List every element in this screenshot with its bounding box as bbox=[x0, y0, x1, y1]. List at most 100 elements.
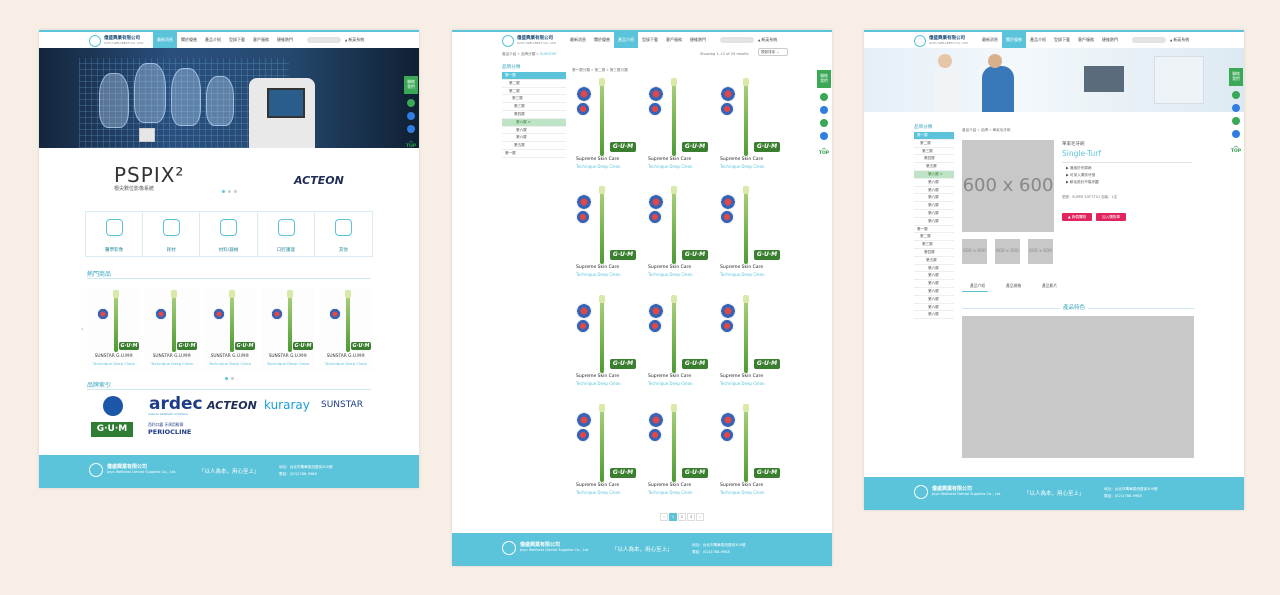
contact-us-button[interactable]: 聯絡 我們 bbox=[1229, 68, 1243, 86]
line-icon[interactable] bbox=[407, 99, 415, 107]
category-imaging[interactable]: 醫學影像 bbox=[86, 212, 144, 256]
nav-products[interactable]: 產品介紹 bbox=[614, 32, 638, 48]
tree-item[interactable]: 第六層 bbox=[914, 194, 954, 203]
search-input[interactable] bbox=[1132, 37, 1166, 43]
page-3[interactable]: 3 bbox=[687, 513, 695, 521]
tree-item[interactable]: 第五層 bbox=[914, 163, 954, 171]
tree-item[interactable]: 第五層 bbox=[914, 257, 954, 265]
tree-item[interactable]: 第一層 bbox=[914, 132, 954, 140]
tree-item[interactable]: 第六層 bbox=[914, 296, 954, 304]
tree-item[interactable]: 第六層 bbox=[502, 134, 566, 143]
product-card[interactable]: G·U·M SUNSTAR G.U.M® Technique Deep Clea… bbox=[203, 288, 257, 372]
search-input[interactable] bbox=[720, 37, 754, 43]
company-logo[interactable]: 億盛興業有限公司 GOYU WELLBEST CO., LTD. bbox=[502, 35, 562, 47]
nav-catalog[interactable]: 型錄下載 bbox=[225, 32, 249, 48]
back-to-top-button[interactable]: ︿ TOP bbox=[817, 146, 831, 156]
company-logo[interactable]: 億盛興業有限公司 GOYU WELLBEST CO., LTD. bbox=[89, 35, 149, 47]
product-card[interactable]: G·U·M Supreme Skin Care Technique Deep Cle… bbox=[716, 76, 782, 180]
tree-item[interactable]: 第六層 bbox=[914, 288, 954, 296]
page-2[interactable]: 2 bbox=[678, 513, 686, 521]
tree-item[interactable]: 第六層 bbox=[914, 272, 954, 281]
product-card[interactable]: G·U·M SUNSTAR G.U.M® Technique Deep Clea… bbox=[87, 288, 141, 372]
product-card[interactable]: G·U·M Supreme Skin Care Technique Deep Cle… bbox=[644, 402, 710, 506]
tab-intro[interactable]: 產品介紹 bbox=[970, 283, 985, 289]
brand-ardec[interactable]: ardec bbox=[149, 394, 203, 414]
tree-item[interactable]: 第三層 bbox=[502, 95, 566, 104]
subcrumb-3[interactable]: 第三層分類 bbox=[610, 68, 628, 72]
contact-us-button[interactable]: 聯絡 我們 bbox=[817, 70, 831, 88]
nav-about[interactable]: 關於優普 bbox=[590, 32, 614, 48]
thumbnail-image[interactable]: 600 x 600 bbox=[995, 239, 1020, 264]
product-card[interactable]: G·U·M Supreme Skin Care Technique Deep Cle… bbox=[644, 76, 710, 180]
back-to-top-button[interactable]: ︿ TOP bbox=[1229, 144, 1243, 154]
crumb-products[interactable]: 產品介紹 bbox=[502, 52, 516, 56]
nav-products[interactable]: 產品介紹 bbox=[201, 32, 225, 48]
crumb-brand[interactable]: 品牌 bbox=[981, 128, 988, 132]
lang-switch[interactable]: 新英系統 bbox=[1170, 37, 1189, 43]
carousel-prev-icon[interactable]: ‹ bbox=[81, 326, 83, 333]
brand-gum[interactable]: G·U·M bbox=[91, 422, 133, 437]
thumbnail-image[interactable]: 600 x 600 bbox=[1028, 239, 1053, 264]
thumbnail-image[interactable]: 600 x 600 bbox=[962, 239, 987, 264]
tab-video[interactable]: 產品影片 bbox=[1042, 283, 1057, 289]
product-card[interactable]: G·U·M SUNSTAR G.U.M® Technique Deep Clea… bbox=[319, 288, 373, 372]
tree-item[interactable]: 第一層 bbox=[502, 150, 566, 158]
tree-item[interactable]: 第二層 bbox=[914, 233, 954, 242]
category-other[interactable]: 其他 bbox=[315, 212, 372, 256]
tree-item[interactable]: 第六層 bbox=[502, 127, 566, 135]
brand-periocline[interactable]: PERIOCLINE bbox=[148, 428, 191, 436]
tree-item[interactable]: 第一層 bbox=[914, 226, 954, 234]
tree-item[interactable]: 第六層 bbox=[914, 179, 954, 187]
brand-sunstar[interactable]: SUNSTAR bbox=[321, 400, 363, 410]
tree-item[interactable]: 第六層 bbox=[914, 311, 954, 320]
tree-item[interactable]: 第三層 bbox=[502, 103, 566, 111]
product-card[interactable]: G·U·M Supreme Skin Care Technique Deep Cle… bbox=[644, 184, 710, 288]
product-card[interactable]: G·U·M Supreme Skin Care Technique Deep Cle… bbox=[716, 293, 782, 397]
tree-item[interactable]: 第六層 bbox=[914, 280, 954, 288]
brand-kuraray[interactable]: kuraray bbox=[264, 398, 310, 412]
add-to-cart-button[interactable]: 加入購物車 bbox=[1096, 213, 1126, 221]
brand-circle-logo[interactable] bbox=[103, 396, 123, 416]
back-to-top-button[interactable]: ︿ TOP bbox=[404, 139, 418, 149]
nav-about[interactable]: 關於優普 bbox=[1002, 32, 1026, 48]
messenger-icon[interactable] bbox=[1232, 104, 1240, 112]
tree-item[interactable]: 第四層 bbox=[914, 155, 954, 164]
carousel-pager[interactable] bbox=[225, 377, 234, 380]
tree-item[interactable]: 第六層 bbox=[914, 187, 954, 195]
category-instruments[interactable]: 材料/器械 bbox=[200, 212, 258, 256]
subcrumb-2[interactable]: 第二層 bbox=[594, 68, 605, 72]
nav-hot[interactable]: 捷維熱門 bbox=[686, 32, 710, 48]
nav-about[interactable]: 關於優普 bbox=[177, 32, 201, 48]
contact-us-button[interactable]: 聯絡 我們 bbox=[404, 76, 418, 94]
category-oral-care[interactable]: 口腔護理 bbox=[258, 212, 315, 256]
page-prev[interactable]: ‹ bbox=[660, 513, 668, 521]
product-card[interactable]: G·U·M SUNSTAR G.U.M® Technique Deep Clea… bbox=[145, 288, 199, 372]
category-supplies[interactable]: 耗材 bbox=[143, 212, 201, 256]
product-card[interactable]: G·U·M Supreme Skin Care Technique Deep Cle… bbox=[572, 402, 638, 506]
product-card[interactable]: G·U·M Supreme Skin Care Technique Deep Cle… bbox=[716, 184, 782, 288]
nav-service[interactable]: 客戶服務 bbox=[662, 32, 686, 48]
subcrumb-1[interactable]: 第一層分類 bbox=[572, 68, 590, 72]
nav-hot[interactable]: 捷維熱門 bbox=[273, 32, 297, 48]
tree-item[interactable]: 第四層 bbox=[502, 111, 566, 119]
line-icon[interactable] bbox=[1232, 91, 1240, 99]
tree-item[interactable]: 第五層 bbox=[502, 142, 566, 150]
nav-news[interactable]: 最新消息 bbox=[978, 32, 1002, 48]
crumb-products[interactable]: 產品介紹 bbox=[962, 128, 976, 132]
nav-news[interactable]: 最新消息 bbox=[566, 32, 590, 48]
tree-item[interactable]: 第六層 bbox=[914, 210, 954, 218]
tree-item[interactable]: 第六層 bbox=[914, 304, 954, 312]
chat-icon[interactable] bbox=[1232, 117, 1240, 125]
nav-service[interactable]: 客戶服務 bbox=[249, 32, 273, 48]
nav-products[interactable]: 產品介紹 bbox=[1026, 32, 1050, 48]
nav-service[interactable]: 客戶服務 bbox=[1074, 32, 1098, 48]
nav-catalog[interactable]: 型錄下載 bbox=[638, 32, 662, 48]
tree-item[interactable]: 第三層 bbox=[914, 241, 954, 249]
product-card[interactable]: G·U·M Supreme Skin Care Technique Deep Cle… bbox=[716, 402, 782, 506]
tree-item[interactable]: 第六層 bbox=[914, 202, 954, 210]
product-card[interactable]: G·U·M Supreme Skin Care Technique Deep Cle… bbox=[644, 293, 710, 397]
tree-item[interactable]: 第四層 bbox=[914, 249, 954, 257]
tree-item[interactable]: 第二層 bbox=[502, 80, 566, 88]
messenger-icon[interactable] bbox=[407, 112, 415, 120]
tree-item[interactable]: 第六層 bbox=[914, 218, 954, 226]
